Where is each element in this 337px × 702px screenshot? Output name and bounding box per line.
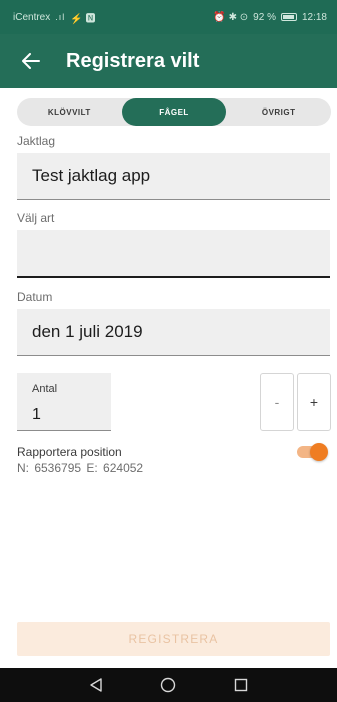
antal-label: Antal bbox=[32, 383, 58, 395]
alarm-bluetooth-location-icon: ⏰ ✱ ⊙ bbox=[213, 11, 249, 23]
toggle-thumb bbox=[310, 443, 328, 461]
increment-button[interactable]: + bbox=[297, 373, 331, 431]
category-tabs: KLÖVVILT FÅGEL ÖVRIGT bbox=[17, 98, 331, 126]
art-field[interactable] bbox=[17, 230, 330, 278]
tab-klovvilt[interactable]: KLÖVVILT bbox=[17, 98, 122, 126]
status-bar: iCentrex .ıl ⚡ 🅽 ⏰ ✱ ⊙ 92 % 12:18 bbox=[0, 0, 337, 34]
carrier-name: iCentrex bbox=[13, 11, 51, 23]
decrement-button[interactable]: - bbox=[260, 373, 294, 431]
signal-icon: .ıl bbox=[55, 12, 66, 22]
battery-percent: 92 % bbox=[253, 11, 276, 23]
jaktlag-value: Test jaktlag app bbox=[32, 166, 151, 185]
datum-field[interactable]: den 1 juli 2019 bbox=[17, 309, 330, 356]
back-triangle-icon[interactable] bbox=[84, 673, 108, 697]
tab-fagel[interactable]: FÅGEL bbox=[121, 98, 227, 126]
art-label: Välj art bbox=[17, 211, 55, 225]
wifi-nfc-icon: ⚡ 🅽 bbox=[70, 13, 96, 25]
home-circle-icon[interactable] bbox=[156, 673, 180, 697]
app-bar: Registrera vilt bbox=[0, 34, 337, 88]
jaktlag-label: Jaktlag bbox=[17, 134, 56, 148]
system-nav-bar bbox=[0, 668, 337, 702]
tab-ovrigt[interactable]: ÖVRIGT bbox=[226, 98, 331, 126]
battery-icon bbox=[280, 13, 297, 21]
register-button[interactable]: REGISTRERA bbox=[17, 622, 330, 656]
recents-square-icon[interactable] bbox=[229, 673, 253, 697]
status-right: ⏰ ✱ ⊙ 92 % 12:18 bbox=[213, 12, 327, 23]
report-position-toggle[interactable] bbox=[297, 443, 329, 461]
position-coordinates: N: 6536795 E: 624052 bbox=[17, 461, 144, 475]
datum-label: Datum bbox=[17, 290, 53, 304]
antal-value: 1 bbox=[32, 406, 41, 423]
antal-field[interactable]: Antal 1 bbox=[17, 373, 111, 431]
status-left: iCentrex .ıl ⚡ 🅽 bbox=[13, 10, 96, 25]
page-title: Registrera vilt bbox=[66, 49, 200, 72]
arrow-left-icon[interactable] bbox=[19, 49, 43, 73]
jaktlag-field[interactable]: Test jaktlag app bbox=[17, 153, 330, 200]
datum-value: den 1 juli 2019 bbox=[32, 322, 143, 341]
clock: 12:18 bbox=[301, 11, 327, 23]
report-position-label: Rapportera position bbox=[17, 445, 122, 459]
